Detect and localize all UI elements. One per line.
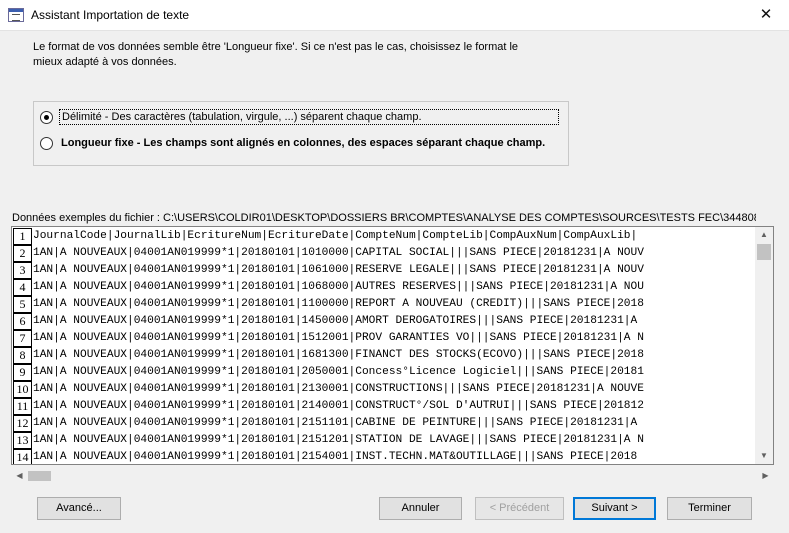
format-options-group: Délimité - Des caractères (tabulation, v… [33, 101, 569, 166]
cancel-button[interactable]: Annuler [379, 497, 462, 520]
scroll-right-icon[interactable]: ▶ [757, 467, 774, 485]
option-delimited-label[interactable]: Délimité - Des caractères (tabulation, v… [59, 109, 559, 125]
row-text: 1AN|A NOUVEAUX|04001AN019999*1|20180101|… [33, 315, 638, 327]
row-number: 12 [13, 415, 32, 432]
data-preview[interactable]: 1 JournalCode|JournalLib|EcritureNum|Ecr… [11, 226, 774, 465]
preview-row: 6 1AN|A NOUVEAUX|04001AN019999*1|2018010… [12, 313, 772, 330]
row-number: 10 [13, 381, 32, 398]
preview-row: 1 JournalCode|JournalLib|EcritureNum|Ecr… [12, 228, 772, 245]
radio-delimited[interactable] [40, 110, 53, 124]
finish-button[interactable]: Terminer [667, 497, 752, 520]
intro-line-2: mieux adapté à vos données. [33, 56, 177, 68]
preview-row: 10 1AN|A NOUVEAUX|04001AN019999*1|201801… [12, 381, 772, 398]
option-fixed-width-label[interactable]: Longueur fixe - Les champs sont alignés … [59, 136, 547, 150]
row-number: 14 [13, 449, 32, 464]
intro-text: Le format de vos données semble être 'Lo… [33, 40, 553, 70]
scroll-up-icon[interactable]: ▲ [755, 227, 773, 243]
horizontal-scroll-thumb[interactable] [28, 471, 51, 481]
option-fixed-width[interactable]: Longueur fixe - Les champs sont alignés … [40, 134, 547, 152]
intro-line-1: Le format de vos données semble être 'Lo… [33, 41, 519, 53]
row-text: 1AN|A NOUVEAUX|04001AN019999*1|20180101|… [33, 366, 644, 378]
title-bar: Assistant Importation de texte ✕ [0, 0, 789, 31]
row-text: 1AN|A NOUVEAUX|04001AN019999*1|20180101|… [33, 349, 644, 361]
sample-file-label: Données exemples du fichier : C:\USERS\C… [12, 212, 756, 224]
row-text: 1AN|A NOUVEAUX|04001AN019999*1|20180101|… [33, 451, 638, 463]
row-number: 9 [13, 364, 32, 381]
row-number: 1 [13, 228, 32, 245]
row-number: 2 [13, 245, 32, 262]
row-text: 1AN|A NOUVEAUX|04001AN019999*1|20180101|… [33, 417, 638, 429]
preview-row: 9 1AN|A NOUVEAUX|04001AN019999*1|2018010… [12, 364, 772, 381]
row-text: 1AN|A NOUVEAUX|04001AN019999*1|20180101|… [33, 434, 644, 446]
row-number: 11 [13, 398, 32, 415]
row-text: 1AN|A NOUVEAUX|04001AN019999*1|20180101|… [33, 400, 644, 412]
row-number: 6 [13, 313, 32, 330]
row-number: 5 [13, 296, 32, 313]
preview-row: 3 1AN|A NOUVEAUX|04001AN019999*1|2018010… [12, 262, 772, 279]
row-text: 1AN|A NOUVEAUX|04001AN019999*1|20180101|… [33, 264, 644, 276]
row-number: 7 [13, 330, 32, 347]
row-text: 1AN|A NOUVEAUX|04001AN019999*1|20180101|… [33, 332, 644, 344]
vertical-scrollbar[interactable]: ▲ ▼ [755, 227, 773, 464]
preview-row: 14 1AN|A NOUVEAUX|04001AN019999*1|201801… [12, 449, 772, 464]
scroll-left-icon[interactable]: ◀ [11, 467, 28, 485]
preview-row: 8 1AN|A NOUVEAUX|04001AN019999*1|2018010… [12, 347, 772, 364]
row-number: 4 [13, 279, 32, 296]
row-text: 1AN|A NOUVEAUX|04001AN019999*1|20180101|… [33, 281, 644, 293]
next-button[interactable]: Suivant > [573, 497, 656, 520]
preview-row: 4 1AN|A NOUVEAUX|04001AN019999*1|2018010… [12, 279, 772, 296]
window-title: Assistant Importation de texte [31, 8, 190, 22]
close-button[interactable]: ✕ [743, 0, 789, 30]
horizontal-scrollbar[interactable]: ◀ ▶ [11, 467, 774, 485]
scroll-down-icon[interactable]: ▼ [755, 448, 773, 464]
preview-row: 11 1AN|A NOUVEAUX|04001AN019999*1|201801… [12, 398, 772, 415]
preview-row: 2 1AN|A NOUVEAUX|04001AN019999*1|2018010… [12, 245, 772, 262]
row-text: 1AN|A NOUVEAUX|04001AN019999*1|20180101|… [33, 247, 644, 259]
row-number: 13 [13, 432, 32, 449]
app-icon [8, 8, 24, 22]
row-text: JournalCode|JournalLib|EcritureNum|Ecrit… [33, 230, 638, 242]
row-text: 1AN|A NOUVEAUX|04001AN019999*1|20180101|… [33, 298, 644, 310]
option-delimited[interactable]: Délimité - Des caractères (tabulation, v… [40, 108, 559, 126]
preview-row: 7 1AN|A NOUVEAUX|04001AN019999*1|2018010… [12, 330, 772, 347]
preview-row: 12 1AN|A NOUVEAUX|04001AN019999*1|201801… [12, 415, 772, 432]
preview-row: 13 1AN|A NOUVEAUX|04001AN019999*1|201801… [12, 432, 772, 449]
radio-fixed-width[interactable] [40, 136, 53, 150]
row-text: 1AN|A NOUVEAUX|04001AN019999*1|20180101|… [33, 383, 644, 395]
row-number: 3 [13, 262, 32, 279]
row-number: 8 [13, 347, 32, 364]
advanced-button[interactable]: Avancé... [37, 497, 121, 520]
preview-row: 5 1AN|A NOUVEAUX|04001AN019999*1|2018010… [12, 296, 772, 313]
vertical-scroll-thumb[interactable] [757, 244, 771, 260]
previous-button[interactable]: < Précédent [475, 497, 564, 520]
